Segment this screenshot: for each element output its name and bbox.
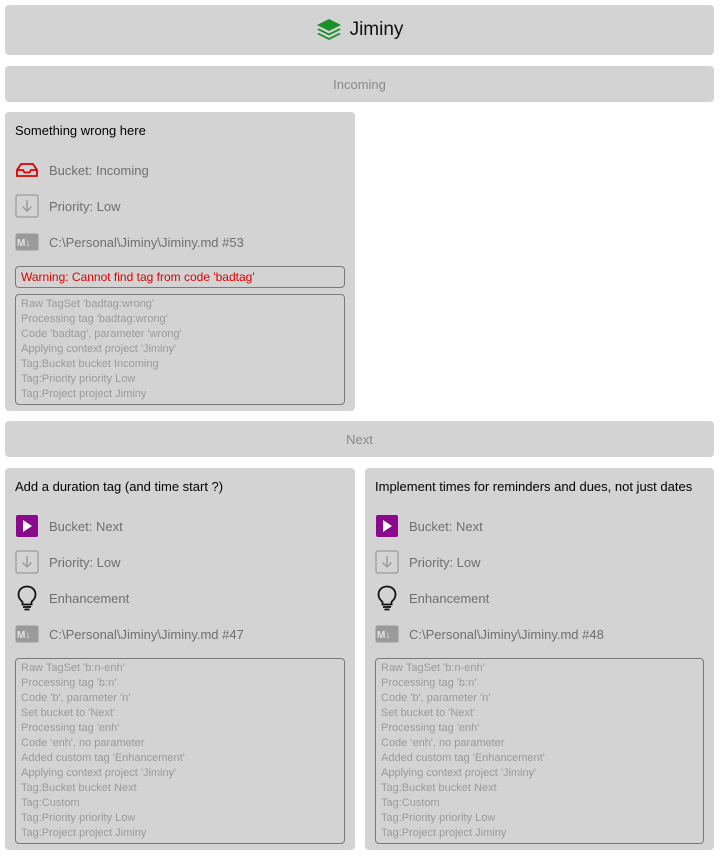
markdown-icon: M↓ [375, 622, 399, 646]
task-card[interactable]: Add a duration tag (and time start ?) Bu… [5, 468, 355, 850]
log-line: Tag:Priority priority Low [21, 812, 136, 824]
svg-text:M↓: M↓ [17, 630, 30, 641]
log-line: Processing tag 'b:n' [21, 677, 117, 689]
file-row[interactable]: M↓ C:\Personal\Jiminy\Jiminy.md #47 [15, 622, 345, 646]
play-icon [375, 514, 399, 538]
log-line: Set bucket to 'Next' [21, 707, 116, 719]
log-line: Raw TagSet 'badtag:wrong' [21, 298, 155, 310]
log-line: Added custom tag 'Enhancement' [21, 752, 185, 764]
log-line: Applying context project 'Jiminy' [381, 767, 537, 779]
file-row[interactable]: M↓ C:\Personal\Jiminy\Jiminy.md #53 [15, 230, 345, 254]
arrow-down-icon [15, 550, 39, 574]
custom-tag-label: Enhancement [409, 590, 490, 606]
log-line: Processing tag 'badtag:wrong' [21, 313, 168, 325]
svg-text:M↓: M↓ [377, 630, 390, 641]
log-line: Applying context project 'Jiminy' [21, 767, 177, 779]
section-label: Next [346, 431, 373, 447]
lightbulb-icon [375, 585, 399, 611]
app-header: Jiminy [5, 5, 714, 55]
log-line: Raw TagSet 'b:n-enh' [381, 662, 485, 674]
inbox-icon [15, 158, 39, 182]
log-line: Tag:Custom [21, 797, 80, 809]
bucket-label: Bucket: Next [49, 518, 123, 534]
section-label: Incoming [333, 76, 386, 92]
file-link: C:\Personal\Jiminy\Jiminy.md #53 [49, 234, 244, 250]
custom-tag-label: Enhancement [49, 590, 130, 606]
task-card[interactable]: Implement times for reminders and dues, … [365, 468, 714, 850]
section-header-next[interactable]: Next [5, 421, 714, 457]
tag-log: Raw TagSet 'badtag:wrong' Processing tag… [15, 294, 345, 405]
bucket-label: Bucket: Incoming [49, 162, 149, 178]
log-line: Processing tag 'enh' [21, 722, 120, 734]
bucket-label: Bucket: Next [409, 518, 483, 534]
card-title: Implement times for reminders and dues, … [375, 479, 693, 494]
priority-row: Priority: Low [15, 550, 345, 574]
log-line: Code 'enh', no parameter [21, 737, 145, 749]
log-line: Tag:Custom [381, 797, 440, 809]
log-line: Code 'badtag', parameter 'wrong' [21, 328, 182, 340]
log-line: Code 'enh', no parameter [381, 737, 505, 749]
log-line: Added custom tag 'Enhancement' [381, 752, 545, 764]
bucket-row: Bucket: Incoming [15, 158, 345, 182]
log-line: Applying context project 'Jiminy' [21, 343, 177, 355]
arrow-down-icon [15, 194, 39, 218]
log-line: Set bucket to 'Next' [381, 707, 476, 719]
custom-tag-row: Enhancement [15, 585, 345, 611]
file-row[interactable]: M↓ C:\Personal\Jiminy\Jiminy.md #48 [375, 622, 704, 646]
log-line: Tag:Project project Jiminy [381, 827, 507, 839]
log-line: Processing tag 'b:n' [381, 677, 477, 689]
svg-text:M↓: M↓ [17, 238, 30, 249]
warning-message: Warning: Cannot find tag from code 'badt… [15, 266, 345, 288]
card-title: Something wrong here [15, 123, 146, 138]
section-header-incoming[interactable]: Incoming [5, 66, 714, 102]
log-line: Tag:Project project Jiminy [21, 388, 147, 400]
custom-tag-row: Enhancement [375, 585, 704, 611]
log-line: Tag:Bucket bucket Incoming [21, 358, 159, 370]
file-link: C:\Personal\Jiminy\Jiminy.md #48 [409, 626, 604, 642]
file-link: C:\Personal\Jiminy\Jiminy.md #47 [49, 626, 244, 642]
priority-label: Priority: Low [49, 554, 121, 570]
log-line: Tag:Bucket bucket Next [21, 782, 137, 794]
card-title: Add a duration tag (and time start ?) [15, 479, 224, 494]
markdown-icon: M↓ [15, 622, 39, 646]
log-line: Tag:Priority priority Low [381, 812, 496, 824]
task-card[interactable]: Something wrong here Bucket: Incoming Pr… [5, 112, 355, 411]
log-line: Processing tag 'enh' [381, 722, 480, 734]
log-line: Tag:Priority priority Low [21, 373, 136, 385]
priority-label: Priority: Low [409, 554, 481, 570]
priority-label: Priority: Low [49, 198, 121, 214]
tag-log: Raw TagSet 'b:n-enh' Processing tag 'b:n… [15, 658, 345, 844]
app-title: Jiminy [349, 19, 404, 40]
markdown-icon: M↓ [15, 230, 39, 254]
bucket-row: Bucket: Next [375, 514, 704, 538]
log-line: Tag:Bucket bucket Next [381, 782, 497, 794]
priority-row: Priority: Low [15, 194, 345, 218]
tag-log: Raw TagSet 'b:n-enh' Processing tag 'b:n… [375, 658, 704, 844]
log-line: Code 'b', parameter 'n' [381, 692, 491, 704]
play-icon [15, 514, 39, 538]
priority-row: Priority: Low [375, 550, 704, 574]
log-line: Raw TagSet 'b:n-enh' [21, 662, 125, 674]
bucket-row: Bucket: Next [15, 514, 345, 538]
arrow-down-icon [375, 550, 399, 574]
log-line: Code 'b', parameter 'n' [21, 692, 131, 704]
lightbulb-icon [15, 585, 39, 611]
log-line: Tag:Project project Jiminy [21, 827, 147, 839]
layers-icon [316, 18, 342, 42]
